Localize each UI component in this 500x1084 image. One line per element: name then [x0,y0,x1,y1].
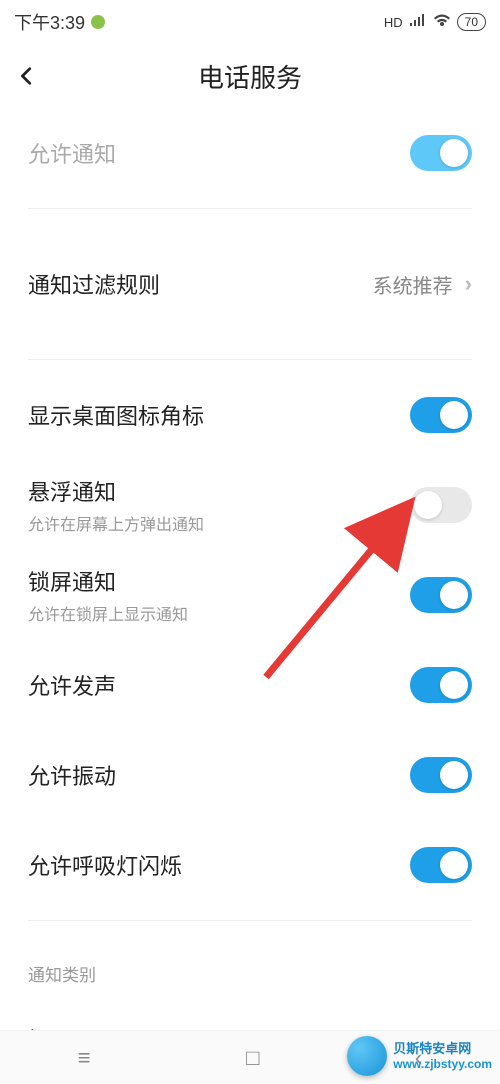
value-filter-rule: 系统推荐 [373,270,453,299]
nav-header: 电话服务 [0,44,500,108]
divider [28,208,472,209]
row-allow-sound: 允许发声 [28,640,472,730]
label-filter-rule: 通知过滤规则 [28,268,373,300]
toggle-allow-sound[interactable] [410,667,472,703]
label-allow-vibrate: 允许振动 [28,759,410,791]
toggle-allow-notify[interactable] [410,135,472,171]
row-lock-notify: 锁屏通知 允许在锁屏上显示通知 [28,550,472,640]
nav-home-icon[interactable]: □ [246,1045,259,1071]
page-title: 电话服务 [198,58,302,95]
label-allow-led: 允许呼吸灯闪烁 [28,849,410,881]
battery-badge: 70 [457,13,486,31]
row-float-notify: 悬浮通知 允许在屏幕上方弹出通知 [28,460,472,550]
toggle-allow-vibrate[interactable] [410,757,472,793]
toggle-lock-notify[interactable] [410,577,472,613]
row-allow-notify: 允许通知 [28,108,472,198]
watermark-logo-icon [347,1036,387,1076]
label-allow-sound: 允许发声 [28,669,410,701]
label-lock-notify: 锁屏通知 [28,565,410,597]
row-filter-rule[interactable]: 通知过滤规则 系统推荐 › [28,219,472,349]
status-left: 下午3:39 [14,9,105,35]
wifi-icon [433,14,451,31]
nav-menu-icon[interactable]: ≡ [78,1045,91,1071]
hd-icon: HD [384,15,403,30]
label-show-badge: 显示桌面图标角标 [28,399,410,431]
watermark-name: 贝斯特安卓网 [393,1041,492,1057]
status-bar: 下午3:39 HD 70 [0,0,500,44]
label-allow-notify: 允许通知 [28,137,410,169]
app-status-icon [91,15,105,29]
signal-icon [409,14,427,31]
divider [28,920,472,921]
divider [28,359,472,360]
toggle-allow-led[interactable] [410,847,472,883]
sublabel-lock-notify: 允许在锁屏上显示通知 [28,601,410,625]
status-right: HD 70 [384,13,486,31]
back-button[interactable] [16,56,56,96]
row-allow-led: 允许呼吸灯闪烁 [28,820,472,910]
row-show-badge: 显示桌面图标角标 [28,370,472,460]
section-category: 通知类别 [28,931,472,994]
row-allow-vibrate: 允许振动 [28,730,472,820]
watermark: 贝斯特安卓网 www.zjbstyy.com [347,1036,492,1076]
chevron-right-icon: › [465,271,472,297]
sublabel-float-notify: 允许在屏幕上方弹出通知 [28,511,410,535]
watermark-url: www.zjbstyy.com [393,1057,492,1071]
toggle-show-badge[interactable] [410,397,472,433]
toggle-float-notify[interactable] [410,487,472,523]
status-time: 下午3:39 [14,9,85,35]
label-float-notify: 悬浮通知 [28,475,410,507]
